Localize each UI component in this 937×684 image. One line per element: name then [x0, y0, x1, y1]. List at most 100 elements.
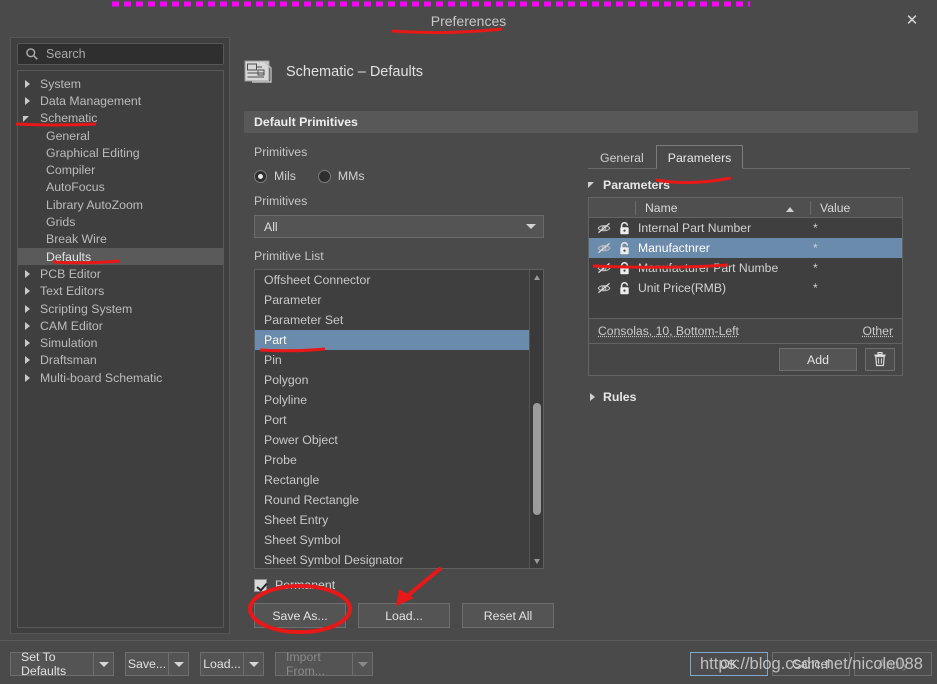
list-item[interactable]: Probe: [255, 450, 530, 470]
chevron-down-icon[interactable]: [352, 652, 373, 676]
list-item[interactable]: Pin: [255, 350, 530, 370]
units-radio-group[interactable]: MilsMMs: [254, 169, 554, 183]
list-item[interactable]: Parameter: [255, 290, 530, 310]
sidebar-item-compiler[interactable]: Compiler: [18, 161, 223, 178]
list-item[interactable]: Polyline: [255, 390, 530, 410]
scrollbar-thumb[interactable]: [533, 403, 541, 515]
collapse-arrow-icon[interactable]: [23, 95, 34, 106]
collapse-arrow-icon[interactable]: [23, 286, 34, 297]
delete-parameter-button[interactable]: [865, 348, 895, 371]
sidebar-item-library-autozoom[interactable]: Library AutoZoom: [18, 196, 223, 213]
column-header-name[interactable]: Name: [635, 201, 810, 215]
table-row[interactable]: Internal Part Number*: [589, 218, 902, 238]
sidebar-item-graphical-editing[interactable]: Graphical Editing: [18, 144, 223, 161]
sidebar-item-label: PCB Editor: [40, 267, 101, 281]
preferences-sidebar: Search SystemData ManagementSchematicGen…: [10, 37, 230, 634]
parameters-group-header[interactable]: Parameters: [588, 178, 910, 192]
tab-general[interactable]: General: [588, 147, 656, 168]
primitives-button-row: Save As... Load... Reset All: [254, 603, 554, 628]
set-to-defaults-split-button[interactable]: Set To Defaults: [10, 652, 114, 676]
chevron-down-icon[interactable]: [243, 652, 264, 676]
column-header-value[interactable]: Value: [810, 201, 900, 215]
split-button-label[interactable]: Set To Defaults: [10, 652, 93, 676]
sidebar-item-text-editors[interactable]: Text Editors: [18, 283, 223, 300]
sidebar-item-data-management[interactable]: Data Management: [18, 92, 223, 109]
search-input[interactable]: Search: [17, 43, 224, 65]
list-item[interactable]: Sheet Entry: [255, 510, 530, 530]
sidebar-item-autofocus[interactable]: AutoFocus: [18, 179, 223, 196]
rules-group-header[interactable]: Rules: [588, 390, 910, 404]
table-row[interactable]: Manufactnrer*: [589, 238, 902, 258]
sidebar-item-defaults[interactable]: Defaults: [18, 248, 223, 265]
primitive-list-scrollbar[interactable]: [529, 270, 543, 568]
permanent-checkbox[interactable]: [254, 579, 267, 592]
parameters-table[interactable]: Name Value Internal Part Number*Manufact…: [588, 197, 903, 319]
list-item[interactable]: Parameter Set: [255, 310, 530, 330]
radio-mils[interactable]: [254, 170, 267, 183]
expand-arrow-icon: [588, 180, 598, 190]
parameters-table-header: Name Value: [589, 198, 902, 218]
sidebar-item-multi-board-schematic[interactable]: Multi-board Schematic: [18, 369, 223, 386]
font-setting-link[interactable]: Consolas, 10, Bottom-Left: [598, 324, 739, 338]
parameter-name: Manufactnrer: [635, 241, 810, 255]
page-title: Schematic – Defaults: [286, 64, 423, 80]
close-icon[interactable]: ✕: [899, 10, 925, 32]
window-title: Preferences: [0, 13, 937, 29]
list-item[interactable]: Round Rectangle: [255, 490, 530, 510]
collapse-arrow-icon[interactable]: [23, 268, 34, 279]
list-item[interactable]: Part: [255, 330, 530, 350]
split-button-label[interactable]: Save...: [125, 652, 168, 676]
import-from-split-button[interactable]: Import From...: [275, 652, 373, 676]
sidebar-item-scripting-system[interactable]: Scripting System: [18, 300, 223, 317]
sidebar-item-schematic[interactable]: Schematic: [18, 110, 223, 127]
sidebar-item-simulation[interactable]: Simulation: [18, 334, 223, 351]
permanent-checkbox-row[interactable]: Permanent: [254, 578, 554, 592]
list-item[interactable]: Port: [255, 410, 530, 430]
sidebar-item-system[interactable]: System: [18, 75, 223, 92]
save-split-button[interactable]: Save...: [125, 652, 189, 676]
sidebar-item-general[interactable]: General: [18, 127, 223, 144]
table-row[interactable]: Manufacturer Part Numbe*: [589, 258, 902, 278]
collapse-arrow-icon[interactable]: [23, 303, 34, 314]
radio-mms[interactable]: [318, 170, 331, 183]
split-button-label[interactable]: Import From...: [275, 652, 352, 676]
collapse-arrow-icon[interactable]: [23, 78, 34, 89]
save-as-button[interactable]: Save As...: [254, 603, 346, 628]
load-split-button[interactable]: Load...: [200, 652, 264, 676]
section-title: Default Primitives: [254, 115, 358, 129]
parameters-tabstrip[interactable]: GeneralParameters: [588, 145, 910, 169]
reset-all-button[interactable]: Reset All: [462, 603, 554, 628]
parameters-column: GeneralParameters Parameters Name Value: [588, 145, 910, 404]
chevron-down-icon[interactable]: [93, 652, 114, 676]
sidebar-item-pcb-editor[interactable]: PCB Editor: [18, 265, 223, 282]
list-item[interactable]: Sheet Symbol: [255, 530, 530, 550]
split-button-label[interactable]: Load...: [200, 652, 243, 676]
collapse-arrow-icon[interactable]: [23, 338, 34, 349]
add-parameter-button[interactable]: Add: [779, 348, 857, 371]
sidebar-item-break-wire[interactable]: Break Wire: [18, 231, 223, 248]
chevron-down-icon[interactable]: [168, 652, 189, 676]
list-item[interactable]: Power Object: [255, 430, 530, 450]
primitive-listbox[interactable]: Offsheet ConnectorParameterParameter Set…: [254, 269, 544, 569]
preferences-content: Schematic – Defaults Default Primitives …: [236, 37, 926, 634]
scroll-down-icon[interactable]: [530, 554, 544, 568]
collapse-arrow-icon[interactable]: [23, 355, 34, 366]
scroll-up-icon[interactable]: [530, 270, 544, 284]
tab-parameters[interactable]: Parameters: [656, 145, 744, 169]
sidebar-item-grids[interactable]: Grids: [18, 213, 223, 230]
font-other-link[interactable]: Other: [863, 324, 893, 338]
collapse-arrow-icon[interactable]: [23, 320, 34, 331]
collapse-arrow-icon[interactable]: [23, 372, 34, 383]
expand-arrow-icon[interactable]: [23, 113, 34, 124]
table-row[interactable]: Unit Price(RMB)*: [589, 278, 902, 298]
list-item[interactable]: Rectangle: [255, 470, 530, 490]
primitives-filter-select[interactable]: All: [254, 215, 544, 238]
list-item[interactable]: Polygon: [255, 370, 530, 390]
list-item[interactable]: Offsheet Connector: [255, 270, 530, 290]
list-item[interactable]: Sheet Symbol Designator: [255, 550, 530, 569]
sidebar-item-draftsman[interactable]: Draftsman: [18, 352, 223, 369]
parameter-value: *: [810, 241, 900, 255]
preferences-tree[interactable]: SystemData ManagementSchematicGeneralGra…: [17, 70, 224, 628]
sidebar-item-cam-editor[interactable]: CAM Editor: [18, 317, 223, 334]
load-button[interactable]: Load...: [358, 603, 450, 628]
